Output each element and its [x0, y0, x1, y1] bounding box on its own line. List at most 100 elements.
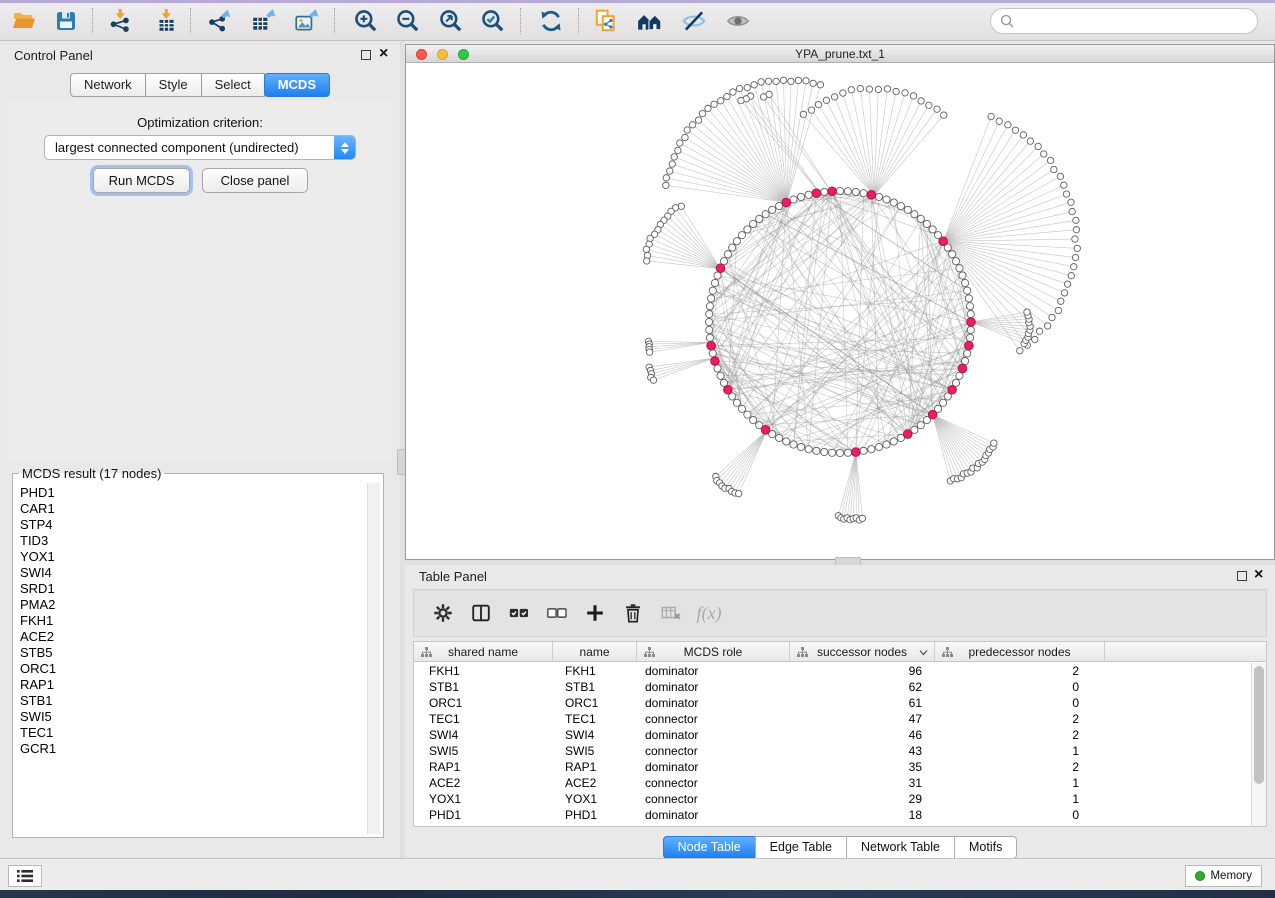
mcds-result-item[interactable]: YOX1 [20, 549, 367, 565]
zoom-selected-button[interactable] [475, 7, 511, 35]
float-window-icon[interactable] [361, 50, 371, 60]
select-all-button[interactable] [500, 596, 538, 630]
dominator-node[interactable] [939, 237, 948, 246]
mcds-result-item[interactable]: STB5 [20, 645, 367, 661]
dominator-node[interactable] [928, 410, 937, 419]
tab-node-table[interactable]: Node Table [663, 836, 756, 859]
tab-motifs[interactable]: Motifs [954, 836, 1017, 859]
export-table-button[interactable] [245, 7, 281, 35]
memory-button[interactable]: Memory [1185, 865, 1262, 887]
deselect-all-button[interactable] [538, 596, 576, 630]
mcds-result-item[interactable]: SRD1 [20, 581, 367, 597]
table-row[interactable]: FKH1FKH1dominator962 [414, 663, 1251, 679]
table-row[interactable]: ACE2ACE2connector311 [414, 775, 1251, 791]
network-window-titlebar[interactable]: YPA_prune.txt_1 [406, 45, 1274, 63]
mcds-result-item[interactable]: TEC1 [20, 725, 367, 741]
table-row[interactable]: SWI5SWI5connector431 [414, 743, 1251, 759]
dominator-node[interactable] [903, 430, 912, 439]
hide-selected-button[interactable] [676, 7, 712, 35]
column-header-MCDS-role[interactable]: MCDS role [637, 642, 790, 662]
dominator-node[interactable] [828, 187, 837, 196]
table-row[interactable]: RAP1RAP1dominator352 [414, 759, 1251, 775]
float-window-icon[interactable] [1237, 571, 1247, 581]
dominator-node[interactable] [724, 385, 733, 394]
mcds-result-item[interactable]: STB1 [20, 693, 367, 709]
column-header-predecessor-nodes[interactable]: predecessor nodes [935, 642, 1105, 662]
dominator-node[interactable] [948, 385, 957, 394]
zoom-in-button[interactable] [348, 7, 384, 35]
column-header-shared-name[interactable]: shared name [414, 642, 553, 662]
dominator-node[interactable] [711, 357, 720, 366]
zoom-fit-icon [438, 8, 464, 34]
dominator-node[interactable] [967, 318, 976, 327]
network-graph[interactable] [406, 63, 1274, 559]
network-canvas[interactable] [406, 63, 1274, 559]
table-row[interactable]: ORC1ORC1dominator610 [414, 695, 1251, 711]
column-header-successor-nodes[interactable]: successor nodes [790, 642, 935, 662]
delete-table-button[interactable] [652, 596, 690, 630]
dominator-node[interactable] [782, 198, 791, 207]
column-header-name[interactable]: name [553, 642, 637, 662]
tab-edge-table[interactable]: Edge Table [755, 836, 847, 859]
first-neighbors-button[interactable] [632, 7, 668, 35]
tab-network[interactable]: Network [70, 73, 146, 97]
import-table-button[interactable] [148, 7, 184, 35]
dominator-node[interactable] [812, 189, 821, 198]
close-panel-icon[interactable]: × [1254, 566, 1263, 584]
optimization-criterion-select[interactable]: largest connected component (undirected) [44, 135, 356, 160]
table-scrollbar[interactable] [1251, 663, 1266, 826]
close-panel-button[interactable]: Close panel [202, 168, 308, 193]
close-panel-icon[interactable]: × [379, 45, 388, 63]
tab-select[interactable]: Select [201, 73, 265, 97]
dominator-node[interactable] [958, 364, 967, 373]
mcds-result-item[interactable]: ACE2 [20, 629, 367, 645]
delete-row-button[interactable] [614, 596, 652, 630]
mcds-result-item[interactable]: PMA2 [20, 597, 367, 613]
tab-style[interactable]: Style [145, 73, 202, 97]
table-row[interactable]: TEC1TEC1connector472 [414, 711, 1251, 727]
mcds-result-item[interactable]: TID3 [20, 533, 367, 549]
toolbar-separator [520, 8, 521, 34]
copy-network-button[interactable] [588, 7, 624, 35]
table-row[interactable]: YOX1YOX1connector291 [414, 791, 1251, 807]
dominator-node[interactable] [761, 426, 770, 435]
dominator-node[interactable] [965, 341, 974, 350]
dominator-node[interactable] [851, 448, 860, 457]
save-session-button[interactable] [48, 7, 84, 35]
mcds-result-item[interactable]: RAP1 [20, 677, 367, 693]
mcds-result-item[interactable]: PHD1 [20, 485, 367, 501]
mcds-result-item[interactable]: SWI4 [20, 565, 367, 581]
mcds-result-item[interactable]: CAR1 [20, 501, 367, 517]
add-row-button[interactable] [576, 596, 614, 630]
mcds-result-item[interactable]: STP4 [20, 517, 367, 533]
search-input[interactable] [1021, 11, 1257, 31]
show-all-button[interactable] [720, 7, 756, 35]
export-network-button[interactable] [201, 7, 237, 35]
export-image-button[interactable] [288, 7, 324, 35]
open-file-button[interactable] [6, 7, 42, 35]
task-history-button[interactable] [8, 865, 42, 887]
mcds-result-item[interactable]: ORC1 [20, 661, 367, 677]
mcds-result-item[interactable]: SWI5 [20, 709, 367, 725]
table-row[interactable]: PHD1PHD1dominator180 [414, 807, 1251, 823]
dominator-node[interactable] [867, 191, 876, 200]
zoom-out-button[interactable] [390, 7, 426, 35]
dominator-node[interactable] [707, 341, 716, 350]
dominator-node[interactable] [716, 264, 725, 273]
main-toolbar [0, 0, 1275, 41]
mcds-list-scrollbar[interactable] [367, 483, 380, 834]
mcds-result-item[interactable]: FKH1 [20, 613, 367, 629]
zoom-fit-button[interactable] [433, 7, 469, 35]
show-columns-button[interactable] [462, 596, 500, 630]
table-row[interactable]: STB1STB1dominator620 [414, 679, 1251, 695]
tab-mcds[interactable]: MCDS [264, 73, 330, 97]
table-scrollbar-thumb[interactable] [1254, 666, 1264, 784]
mcds-result-item[interactable]: GCR1 [20, 741, 367, 757]
table-settings-button[interactable] [424, 596, 462, 630]
run-mcds-button[interactable]: Run MCDS [93, 168, 190, 193]
table-row[interactable]: SWI4SWI4dominator462 [414, 727, 1251, 743]
import-network-button[interactable] [102, 7, 138, 35]
function-builder-button[interactable]: f(x) [690, 596, 728, 630]
tab-network-table[interactable]: Network Table [846, 836, 955, 859]
refresh-button[interactable] [533, 7, 569, 35]
